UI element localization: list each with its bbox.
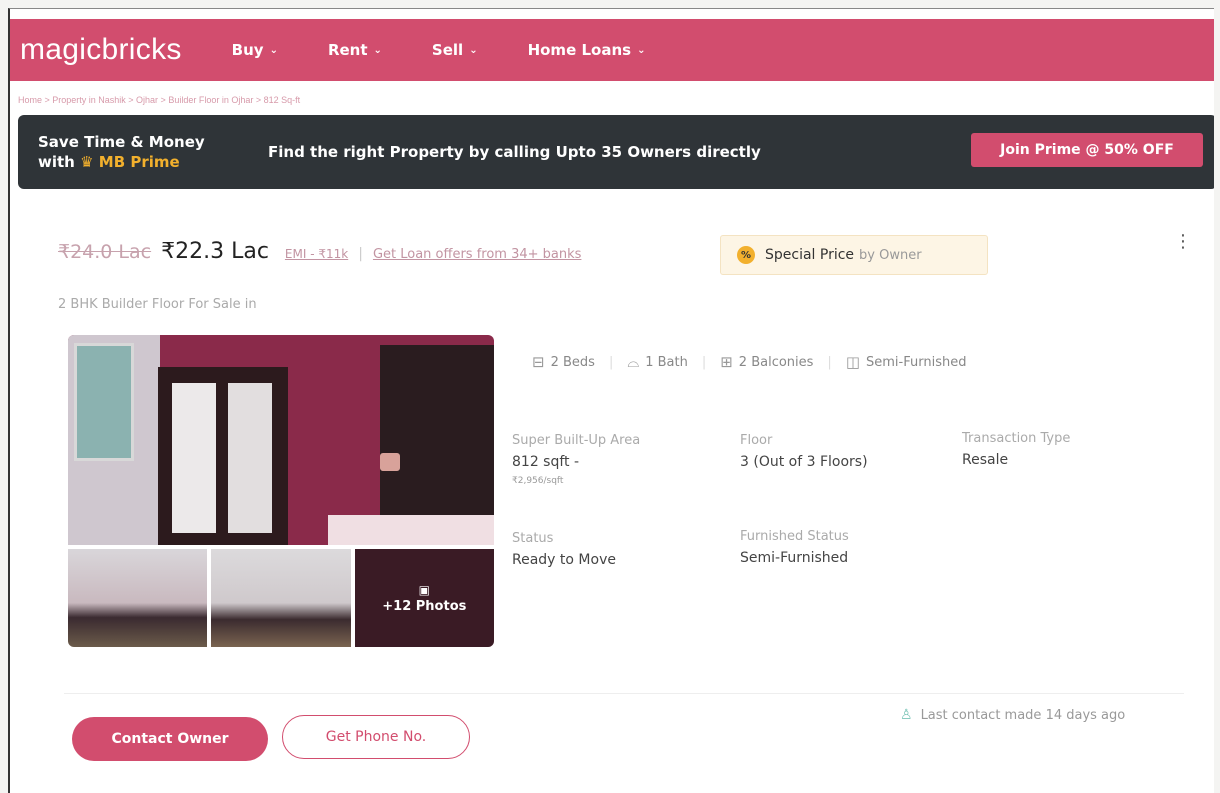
photo-gallery[interactable]: ▣ +12 Photos <box>68 335 494 647</box>
user-icon: ♙ <box>900 707 913 723</box>
spec-transaction-label: Transaction Type <box>962 431 1071 446</box>
thumbnail-more[interactable]: ▣ +12 Photos <box>354 549 494 647</box>
price-row: ₹24.0 Lac ₹22.3 Lac EMI - ₹11k | Get Loa… <box>58 239 581 264</box>
separator: | <box>358 246 363 262</box>
furnish-icon: ◫ <box>845 353 860 371</box>
feature-furnishing-label: Semi-Furnished <box>866 354 967 370</box>
more-photos-label: +12 Photos <box>382 598 467 614</box>
listing-card: ₹24.0 Lac ₹22.3 Lac EMI - ₹11k | Get Loa… <box>24 199 1214 789</box>
crown-icon: ♛ <box>80 153 94 171</box>
feature-balconies: ⊞ 2 Balconies <box>720 353 813 371</box>
site-logo[interactable]: magicbricks <box>20 33 182 67</box>
photo-door <box>172 383 216 533</box>
last-contact-text: Last contact made 14 days ago <box>920 707 1126 723</box>
special-price-badge: % Special Price by Owner <box>720 235 988 275</box>
spec-furnished-value: Semi-Furnished <box>740 550 849 566</box>
photo-window <box>74 343 134 461</box>
features-row: ⊟ 2 Beds | ⌓ 1 Bath | ⊞ 2 Balconies | ◫ … <box>532 353 966 371</box>
thumbnail-2[interactable] <box>211 549 351 647</box>
thumbnail-1[interactable] <box>68 549 208 647</box>
spec-status: Status Ready to Move <box>512 531 616 568</box>
feature-furnishing: ◫ Semi-Furnished <box>846 353 967 371</box>
spec-furnished: Furnished Status Semi-Furnished <box>740 529 849 566</box>
breadcrumb[interactable]: Home > Property in Nashik > Ojhar > Buil… <box>18 95 300 105</box>
thumbnail-strip: ▣ +12 Photos <box>68 549 494 647</box>
spec-area-rate: ₹2,956/sqft <box>512 476 564 486</box>
emi-link[interactable]: EMI - ₹11k <box>285 247 348 261</box>
feature-balconies-label: 2 Balconies <box>738 354 814 370</box>
prime-tagline: Save Time & Money with ♛ MB Prime <box>38 132 248 172</box>
percent-icon: % <box>737 246 755 264</box>
contact-owner-button[interactable]: Contact Owner <box>72 717 268 761</box>
main-photo[interactable] <box>68 335 494 545</box>
nav-sell[interactable]: Sell ⌄ <box>432 41 478 59</box>
feature-bath-label: 1 Bath <box>645 354 688 370</box>
spec-area: Super Built-Up Area 812 sqft - ₹2,956/sq… <box>512 433 640 486</box>
nav-buy-label: Buy <box>231 41 264 59</box>
bath-icon: ⌓ <box>627 353 640 371</box>
chevron-down-icon: ⌄ <box>469 44 478 56</box>
nav-rent-label: Rent <box>327 41 368 59</box>
photo-bag <box>380 453 400 471</box>
gallery-icon: ▣ <box>418 582 430 597</box>
nav-buy[interactable]: Buy ⌄ <box>232 41 278 59</box>
price: ₹22.3 Lac <box>161 239 269 264</box>
last-contact-info: ♙ Last contact made 14 days ago <box>900 707 1125 723</box>
separator: | <box>827 354 832 370</box>
feature-bath: ⌓ 1 Bath <box>627 353 688 371</box>
top-navbar: magicbricks Buy ⌄ Rent ⌄ Sell ⌄ Home Loa… <box>10 19 1214 81</box>
separator: | <box>608 354 614 370</box>
prime-tagline-prefix: with <box>38 153 75 171</box>
page-frame: magicbricks Buy ⌄ Rent ⌄ Sell ⌄ Home Loa… <box>8 8 1214 793</box>
nav-home-loans-label: Home Loans <box>527 41 632 59</box>
photo-door <box>228 383 272 533</box>
separator: | <box>701 354 707 370</box>
photo-cabinet <box>380 345 494 521</box>
feature-beds-label: 2 Beds <box>550 354 595 370</box>
spec-area-label: Super Built-Up Area <box>512 433 641 448</box>
more-photos-overlay[interactable]: ▣ +12 Photos <box>354 549 494 647</box>
spec-area-value: 812 sqft - <box>512 454 580 470</box>
balcony-icon: ⊞ <box>720 353 733 371</box>
photo-wardrobe <box>158 367 288 545</box>
nav-rent[interactable]: Rent ⌄ <box>328 41 382 59</box>
spec-transaction: Transaction Type Resale <box>962 431 1070 468</box>
spec-status-label: Status <box>512 531 554 546</box>
prime-brand: MB Prime <box>98 153 180 171</box>
loan-offers-link[interactable]: Get Loan offers from 34+ banks <box>373 247 581 262</box>
special-price-label: Special Price <box>765 247 855 263</box>
spec-status-value: Ready to Move <box>512 552 616 568</box>
prime-tagline-line1: Save Time & Money <box>38 133 205 151</box>
main-nav: Buy ⌄ Rent ⌄ Sell ⌄ Home Loans ⌄ <box>232 41 696 59</box>
chevron-down-icon: ⌄ <box>269 44 278 56</box>
card-divider <box>64 693 1184 694</box>
get-phone-button[interactable]: Get Phone No. <box>282 715 470 759</box>
chevron-down-icon: ⌄ <box>373 44 382 56</box>
feature-beds: ⊟ 2 Beds <box>532 353 595 371</box>
prime-tagline-line2: with ♛ MB Prime <box>38 152 248 172</box>
spec-furnished-label: Furnished Status <box>740 529 849 544</box>
special-price-by: by Owner <box>859 247 922 263</box>
spec-transaction-value: Resale <box>962 452 1009 468</box>
photo-bed <box>328 515 494 545</box>
nav-home-loans[interactable]: Home Loans ⌄ <box>528 41 646 59</box>
nav-sell-label: Sell <box>431 41 464 59</box>
old-price: ₹24.0 Lac <box>58 241 152 263</box>
spec-floor-value: 3 (Out of 3 Floors) <box>740 454 868 470</box>
prime-banner: Save Time & Money with ♛ MB Prime Find t… <box>18 115 1214 189</box>
prime-message: Find the right Property by calling Upto … <box>268 143 761 161</box>
join-prime-button[interactable]: Join Prime @ 50% OFF <box>971 133 1203 167</box>
bed-icon: ⊟ <box>532 353 545 371</box>
spec-floor: Floor 3 (Out of 3 Floors) <box>740 433 868 470</box>
listing-subtitle: 2 BHK Builder Floor For Sale in <box>58 297 257 312</box>
spec-floor-label: Floor <box>740 433 773 448</box>
chevron-down-icon: ⌄ <box>637 44 646 56</box>
more-options-icon[interactable]: ⋮ <box>1174 233 1192 251</box>
